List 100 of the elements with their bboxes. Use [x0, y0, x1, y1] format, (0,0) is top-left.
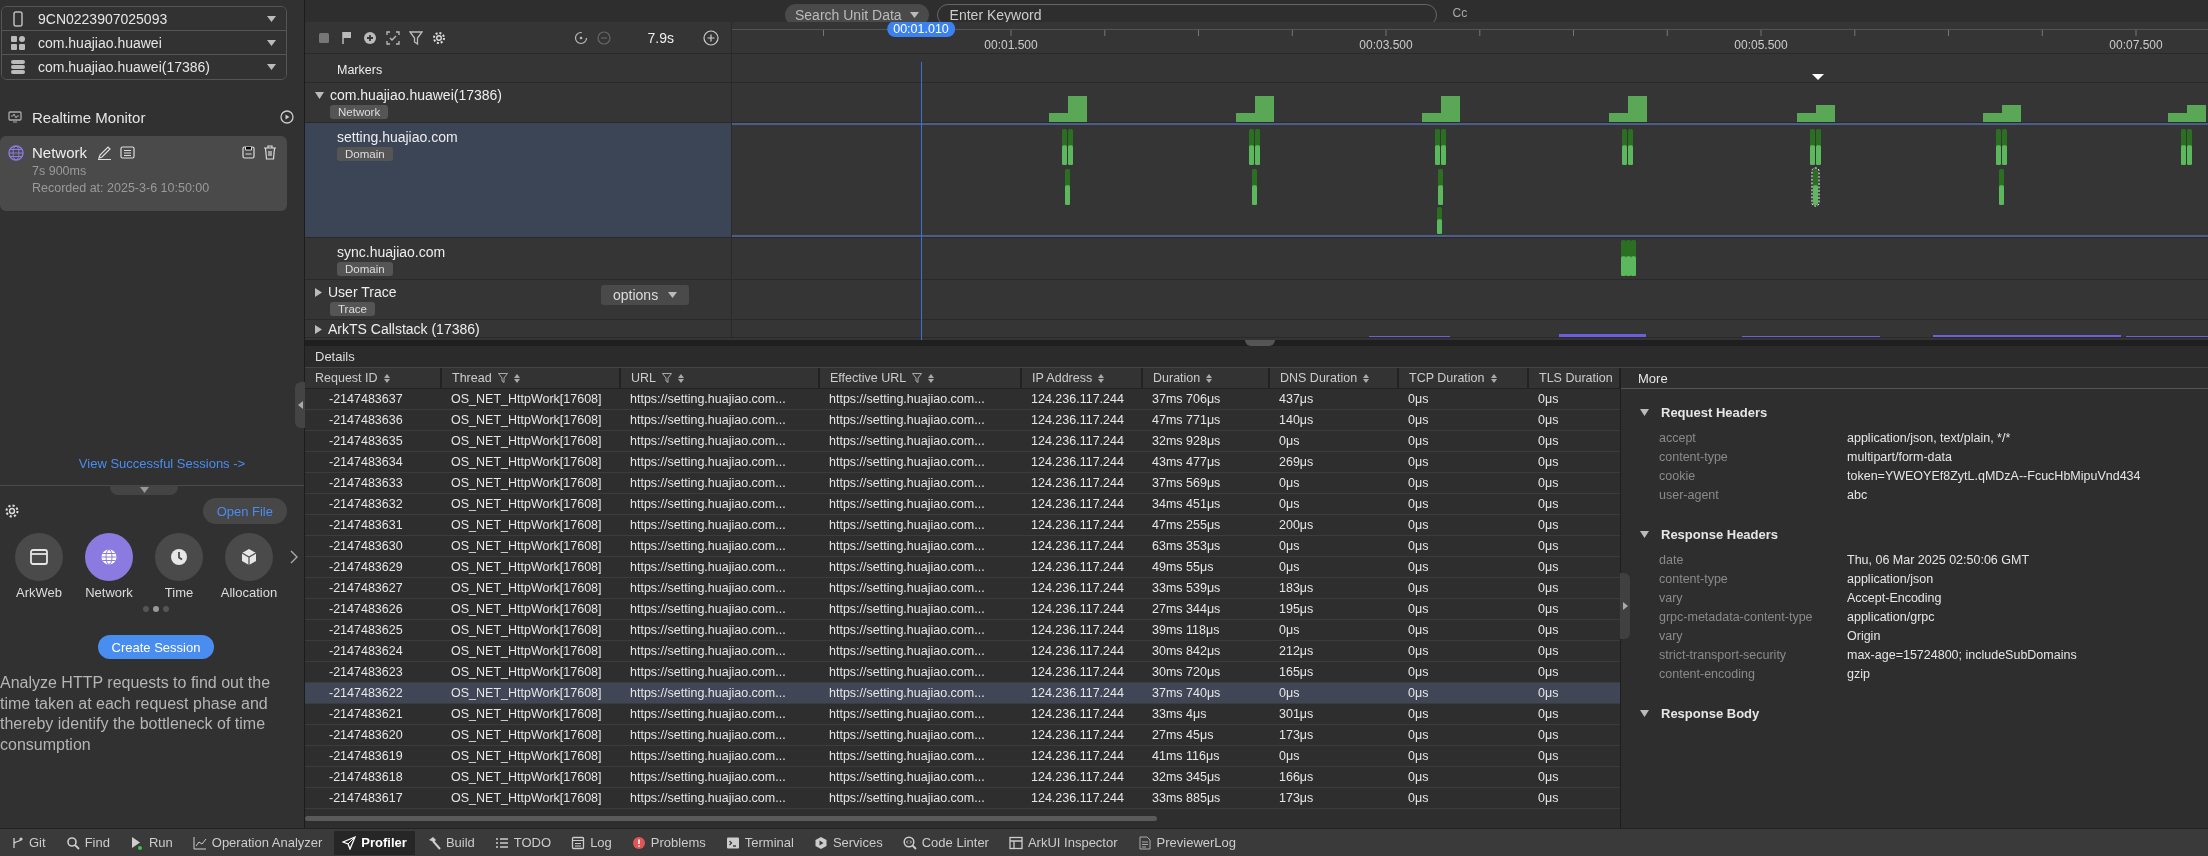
page-dot[interactable] — [163, 606, 169, 612]
header-value: Accept-Encoding — [1847, 589, 1943, 607]
session-card[interactable]: Network 7s 900ms Recorded at: 2025-3-6 10:50:00 — [0, 136, 287, 211]
table-cell: 33ms 539μs — [1142, 577, 1269, 599]
filter-icon[interactable] — [662, 373, 672, 383]
resize-handle[interactable] — [1245, 340, 1275, 346]
column-header[interactable]: Effective URL — [819, 368, 1021, 389]
track-tag: Domain — [337, 262, 393, 276]
sort-icon[interactable] — [1098, 373, 1105, 383]
collapse-handle[interactable] — [295, 382, 305, 428]
horizontal-scrollbar[interactable] — [305, 816, 1157, 821]
filter-icon[interactable] — [912, 373, 923, 383]
page-dot[interactable] — [143, 606, 149, 612]
table-cell: https://setting.huajiao.com... — [620, 619, 819, 641]
settings-icon[interactable] — [4, 503, 20, 519]
table-cell: https://setting.huajiao.com... — [819, 682, 1021, 704]
options-dropdown[interactable]: options — [601, 285, 690, 305]
collapse-arrow-icon[interactable] — [315, 287, 322, 297]
search-icon — [65, 835, 80, 850]
playhead-time[interactable]: 00:01.010 — [887, 22, 955, 37]
screenshot-icon[interactable] — [386, 30, 400, 45]
tool-window-tab[interactable]: Services — [805, 830, 891, 855]
expand-arrow-icon[interactable] — [1640, 408, 1649, 416]
list-icon[interactable] — [120, 146, 135, 159]
table-cell: 200μs — [1269, 514, 1398, 536]
search-field[interactable]: Enter Keyword — [936, 4, 1437, 22]
collapse-arrow-icon[interactable] — [315, 324, 322, 334]
column-header[interactable]: TLS Duration — [1528, 368, 1620, 389]
session-title: Network — [32, 144, 87, 161]
table-cell: 0μs — [1269, 493, 1398, 515]
chevron-right-icon[interactable] — [290, 550, 298, 564]
device-selector[interactable]: 9CN0223907025093 — [2, 7, 286, 31]
play-circle-icon[interactable] — [280, 110, 294, 124]
header-value: application/grpc — [1847, 608, 1936, 626]
page-dot[interactable] — [153, 606, 159, 612]
tool-window-tab[interactable]: Build — [418, 830, 483, 855]
tool-window-tab[interactable]: TODO — [486, 830, 560, 855]
track-title: setting.huajiao.com — [336, 129, 458, 145]
sort-icon[interactable] — [383, 373, 390, 383]
track-label-panel[interactable]: setting.huajiao.com Domain — [305, 123, 732, 237]
tool-window-tab[interactable]: Run — [121, 830, 181, 855]
table-cell: OS_NET_HttpWork[17608] — [441, 388, 620, 410]
tool-window-tab[interactable]: Profiler — [334, 830, 415, 855]
settings-icon[interactable] — [432, 30, 446, 45]
sort-icon[interactable] — [928, 373, 935, 383]
filter-icon[interactable] — [409, 30, 423, 45]
tool-window-tab[interactable]: Log — [563, 830, 620, 855]
column-header[interactable]: URL — [620, 368, 819, 389]
sort-icon[interactable] — [1206, 373, 1213, 383]
sort-icon[interactable] — [513, 373, 520, 383]
table-cell: https://setting.huajiao.com... — [620, 556, 819, 578]
zoom-in-icon[interactable] — [703, 29, 719, 46]
table-cell: 0μs — [1398, 388, 1528, 410]
stop-icon[interactable] — [317, 30, 331, 45]
sort-icon[interactable] — [1363, 373, 1370, 383]
table-cell: -2147483621 — [305, 703, 441, 725]
table-cell: 124.236.117.244 — [1021, 556, 1142, 578]
view-sessions-link[interactable]: View Successful Sessions -> — [78, 456, 246, 471]
column-header[interactable]: DNS Duration — [1269, 368, 1398, 389]
expand-arrow-icon[interactable] — [315, 91, 324, 99]
expand-arrow-icon[interactable] — [1640, 530, 1649, 538]
table-cell: https://setting.huajiao.com... — [620, 598, 819, 620]
tool-window-tab[interactable]: Find — [57, 830, 118, 855]
table-cell: 437μs — [1269, 388, 1398, 410]
search-scope-dropdown[interactable]: Search Unit Data — [785, 4, 929, 22]
tool-window-tab[interactable]: Problems — [623, 830, 714, 855]
sort-icon[interactable] — [678, 373, 684, 383]
filter-icon[interactable] — [497, 373, 508, 383]
tool-window-tab[interactable]: Terminal — [717, 830, 802, 855]
expand-arrow-icon[interactable] — [1640, 709, 1649, 717]
table-cell: 124.236.117.244 — [1021, 640, 1142, 662]
section-title: Response Body — [1661, 705, 1760, 721]
request-bar — [1999, 169, 2004, 205]
table-cell: https://setting.huajiao.com... — [819, 409, 1021, 431]
collapse-handle[interactable] — [110, 485, 178, 495]
column-header[interactable]: Duration — [1142, 368, 1269, 389]
tool-window-tab[interactable]: Operation Analyzer — [184, 830, 331, 855]
tool-window-tab[interactable]: Git — [2, 830, 54, 855]
zoom-level: 7.9s — [647, 29, 674, 46]
column-header[interactable]: Thread — [441, 368, 620, 389]
tool-window-tab[interactable]: ArkUI Inspector — [1000, 830, 1126, 855]
collapse-handle[interactable] — [1620, 573, 1630, 639]
tool-window-tab[interactable]: PreviewerLog — [1129, 830, 1245, 855]
column-header[interactable]: Request ID — [305, 368, 441, 389]
table-cell: 34ms 451μs — [1142, 493, 1269, 515]
edit-icon[interactable] — [97, 145, 112, 160]
list-icon — [494, 835, 509, 850]
column-header[interactable]: IP Address — [1021, 368, 1142, 389]
match-case-toggle[interactable]: Cc — [1452, 6, 1468, 20]
table-cell: https://setting.huajiao.com... — [819, 514, 1021, 536]
flag-icon[interactable] — [340, 30, 354, 45]
column-header[interactable]: TCP Duration — [1398, 368, 1528, 389]
trash-icon[interactable] — [263, 145, 277, 160]
terminal-icon — [725, 835, 740, 850]
sort-icon[interactable] — [1490, 373, 1497, 383]
save-icon[interactable] — [242, 146, 255, 159]
reset-icon[interactable] — [573, 30, 588, 45]
tool-window-tab[interactable]: Code Linter — [894, 830, 997, 855]
table-cell: 124.236.117.244 — [1021, 430, 1142, 452]
table-cell: 124.236.117.244 — [1021, 619, 1142, 641]
